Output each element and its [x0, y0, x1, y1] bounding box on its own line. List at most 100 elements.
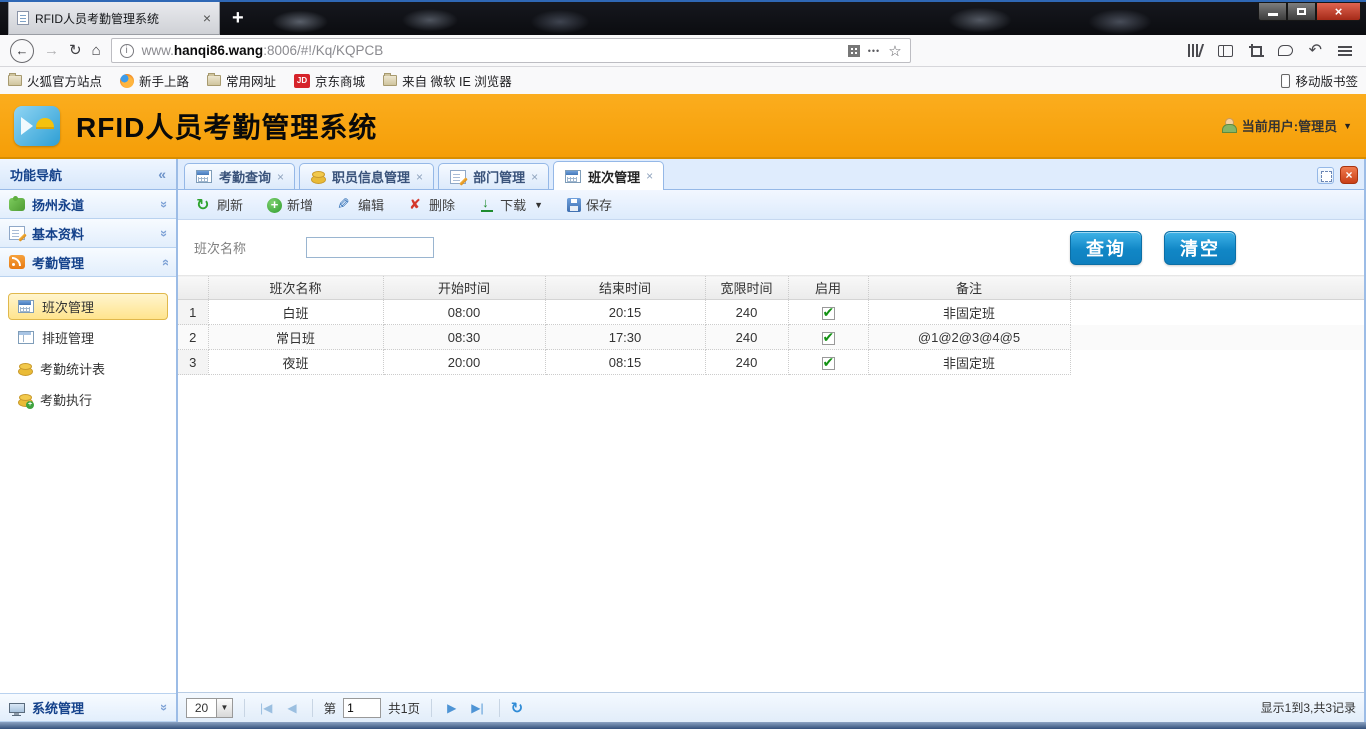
current-user-label: 当前用户:管理员 — [1242, 116, 1337, 135]
query-button[interactable]: 查询 — [1070, 231, 1142, 265]
current-user-menu[interactable]: 当前用户:管理员 ▼ — [1220, 116, 1352, 135]
shift-name-label: 班次名称 — [194, 238, 246, 257]
clear-button[interactable]: 清空 — [1164, 231, 1236, 265]
column-header-备注[interactable]: 备注 — [868, 276, 1070, 300]
minimize-button[interactable] — [1258, 2, 1287, 21]
grace-time-cell: 240 — [705, 325, 788, 350]
end-time-cell: 17:30 — [545, 325, 705, 350]
content-panel: 考勤查询×职员信息管理×部门管理×班次管理× × 刷新新增编辑删除下载▼保存 班… — [178, 159, 1366, 722]
tab-close-icon[interactable]: × — [416, 170, 423, 184]
add-button[interactable]: 新增 — [257, 191, 323, 218]
sidebar-panel-label: 系统管理 — [32, 698, 84, 717]
maximize-button[interactable] — [1287, 2, 1316, 21]
shift-name-input[interactable] — [306, 237, 434, 258]
page-size-dropdown-icon[interactable]: ▼ — [216, 698, 233, 718]
tab-close-icon[interactable]: × — [531, 170, 538, 184]
mobile-bookmarks-label: 移动版书签 — [1295, 71, 1358, 90]
library-icon[interactable] — [1188, 44, 1202, 57]
sidebar-item-考勤统计表[interactable]: 考勤统计表 — [8, 355, 168, 382]
home-button[interactable]: ⌂ — [92, 43, 101, 58]
refresh-button[interactable]: 刷新 — [186, 191, 253, 218]
toolbar-button-label: 编辑 — [358, 195, 384, 214]
screenshot-icon[interactable] — [1249, 44, 1262, 57]
sidebar-accordion: 扬州永道»基本资料»考勤管理» 班次管理排班管理考勤统计表考勤执行 — [0, 190, 176, 425]
column-header-宽限时间[interactable]: 宽限时间 — [705, 276, 788, 300]
enabled-checkbox-icon[interactable] — [822, 332, 835, 345]
bookmark-item[interactable]: 常用网址 — [207, 71, 276, 90]
tab-班次管理[interactable]: 班次管理× — [553, 161, 664, 190]
tab-部门管理[interactable]: 部门管理× — [438, 163, 549, 189]
bookmark-item[interactable]: 来自 微软 IE 浏览器 — [383, 71, 512, 90]
close-button[interactable]: × — [1316, 2, 1361, 21]
last-page-button[interactable]: ▶| — [467, 701, 487, 715]
table-row[interactable]: 3夜班20:0008:15240非固定班 — [178, 350, 1364, 375]
column-header-班次名称[interactable]: 班次名称 — [208, 276, 383, 300]
menu-icon[interactable] — [1338, 45, 1352, 57]
forward-button[interactable]: → — [44, 43, 59, 58]
enabled-checkbox-icon[interactable] — [822, 307, 835, 320]
fullscreen-icon[interactable] — [1317, 167, 1334, 184]
sidebar-toggle-icon[interactable] — [1218, 45, 1233, 57]
messages-icon[interactable] — [1278, 45, 1293, 56]
next-page-button[interactable]: ▶ — [443, 701, 460, 715]
sidebar-collapse-icon[interactable]: « — [158, 166, 166, 182]
sidebar-panel-系统管理[interactable]: 系统管理» — [0, 693, 176, 722]
table-row[interactable]: 1白班08:0020:15240非固定班 — [178, 300, 1364, 325]
page-actions-icon[interactable]: ••• — [868, 46, 880, 56]
panel-close-icon[interactable]: × — [1340, 166, 1358, 184]
browser-tab[interactable]: RFID人员考勤管理系统 × — [8, 2, 220, 35]
main-area: 功能导航 « 扬州永道»基本资料»考勤管理»班次管理排班管理考勤统计表考勤执行 … — [0, 159, 1366, 722]
tab-职员信息管理[interactable]: 职员信息管理× — [299, 163, 434, 189]
sidebar-panel-扬州永道[interactable]: 扬州永道» — [0, 190, 176, 219]
site-info-icon[interactable]: i — [120, 44, 134, 58]
delete-button[interactable]: 删除 — [398, 191, 465, 218]
tab-label: 考勤查询 — [219, 167, 271, 186]
browser-tab-title: RFID人员考勤管理系统 — [35, 10, 197, 27]
page-size-select[interactable]: 20 ▼ — [186, 698, 233, 718]
column-header-开始时间[interactable]: 开始时间 — [383, 276, 545, 300]
tab-close-icon[interactable]: × — [277, 170, 284, 184]
bookmark-item[interactable]: 新手上路 — [120, 71, 189, 90]
shift-table: 班次名称开始时间结束时间宽限时间启用备注 1白班08:0020:15240非固定… — [178, 275, 1364, 375]
qr-code-icon[interactable] — [848, 45, 860, 57]
sidebar-item-label: 考勤统计表 — [40, 359, 105, 378]
save-button[interactable]: 保存 — [557, 191, 622, 218]
download-button[interactable]: 下载▼ — [469, 191, 553, 218]
bookmark-star-icon[interactable]: ☆ — [888, 42, 901, 60]
toolbar-button-label: 删除 — [429, 195, 455, 214]
tab-close-icon[interactable]: × — [203, 11, 211, 25]
enabled-checkbox-icon[interactable] — [822, 357, 835, 370]
first-page-button[interactable]: |◀ — [256, 701, 276, 715]
new-tab-button[interactable]: + — [232, 7, 244, 30]
pager-refresh-icon[interactable]: ↻ — [511, 699, 524, 717]
search-row: 班次名称 查询 清空 — [178, 220, 1364, 275]
tab-考勤查询[interactable]: 考勤查询 × — [184, 163, 295, 189]
start-time-cell: 08:00 — [383, 300, 545, 325]
bookmark-item[interactable]: JD京东商城 — [294, 71, 365, 90]
mobile-bookmarks[interactable]: 移动版书签 — [1281, 71, 1358, 90]
sidebar-panel-label: 基本资料 — [32, 224, 84, 243]
bookmark-item[interactable]: 火狐官方站点 — [8, 71, 102, 90]
sidebar-panel-基本资料[interactable]: 基本资料» — [0, 219, 176, 248]
tab-close-icon[interactable]: × — [646, 169, 653, 183]
page-number-input[interactable] — [343, 698, 381, 718]
reload-button[interactable]: ↻ — [69, 43, 82, 58]
dropdown-caret-icon[interactable]: ▼ — [534, 200, 543, 210]
sidebar-item-排班管理[interactable]: 排班管理 — [8, 324, 168, 351]
sidebar-item-班次管理[interactable]: 班次管理 — [8, 293, 168, 320]
back-button[interactable]: ← — [10, 39, 34, 63]
undo-icon[interactable]: ↶ — [1309, 43, 1322, 59]
notes-icon — [450, 170, 466, 184]
grace-time-cell: 240 — [705, 300, 788, 325]
row-number-header — [178, 276, 208, 300]
column-header-结束时间[interactable]: 结束时间 — [545, 276, 705, 300]
shift-name-cell: 白班 — [208, 300, 383, 325]
tbl-icon — [18, 331, 34, 344]
sidebar-panel-考勤管理[interactable]: 考勤管理» — [0, 248, 176, 277]
url-bar[interactable]: i www.hanqi86.wang:8006/#!/Kq/KQPCB ••• … — [111, 38, 911, 63]
sidebar-item-考勤执行[interactable]: 考勤执行 — [8, 386, 168, 413]
edit-button[interactable]: 编辑 — [327, 191, 394, 218]
prev-page-button[interactable]: ◀ — [283, 701, 300, 715]
column-header-启用[interactable]: 启用 — [788, 276, 868, 300]
table-row[interactable]: 2常日班08:3017:30240@1@2@3@4@5 — [178, 325, 1364, 350]
